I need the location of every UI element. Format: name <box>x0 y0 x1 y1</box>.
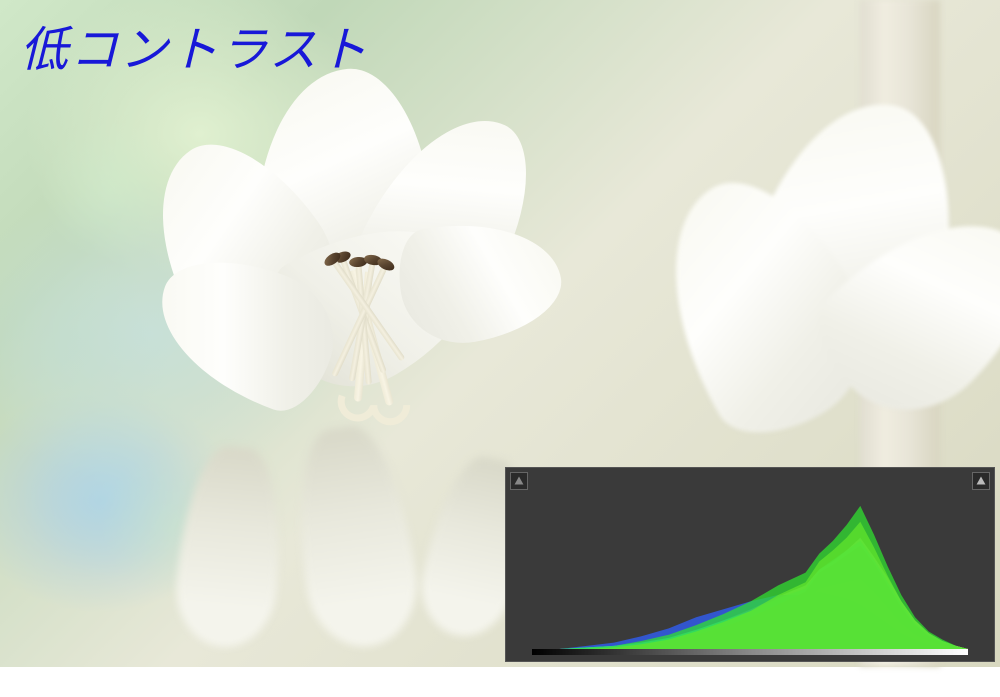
flower-primary <box>100 60 550 410</box>
triangle-up-icon <box>973 473 989 489</box>
histogram-chart <box>532 490 968 655</box>
highlight-clipping-toggle[interactable] <box>972 472 990 490</box>
histogram-svg <box>532 490 968 649</box>
triangle-up-icon <box>511 473 527 489</box>
shadow-clipping-toggle[interactable] <box>510 472 528 490</box>
histogram-series-green <box>532 506 968 649</box>
histogram-panel <box>505 467 995 662</box>
overlay-title: 低コントラスト <box>20 10 369 80</box>
flower-secondary <box>650 80 1000 480</box>
photo-low-contrast-flowers: 低コントラスト <box>0 0 1000 667</box>
